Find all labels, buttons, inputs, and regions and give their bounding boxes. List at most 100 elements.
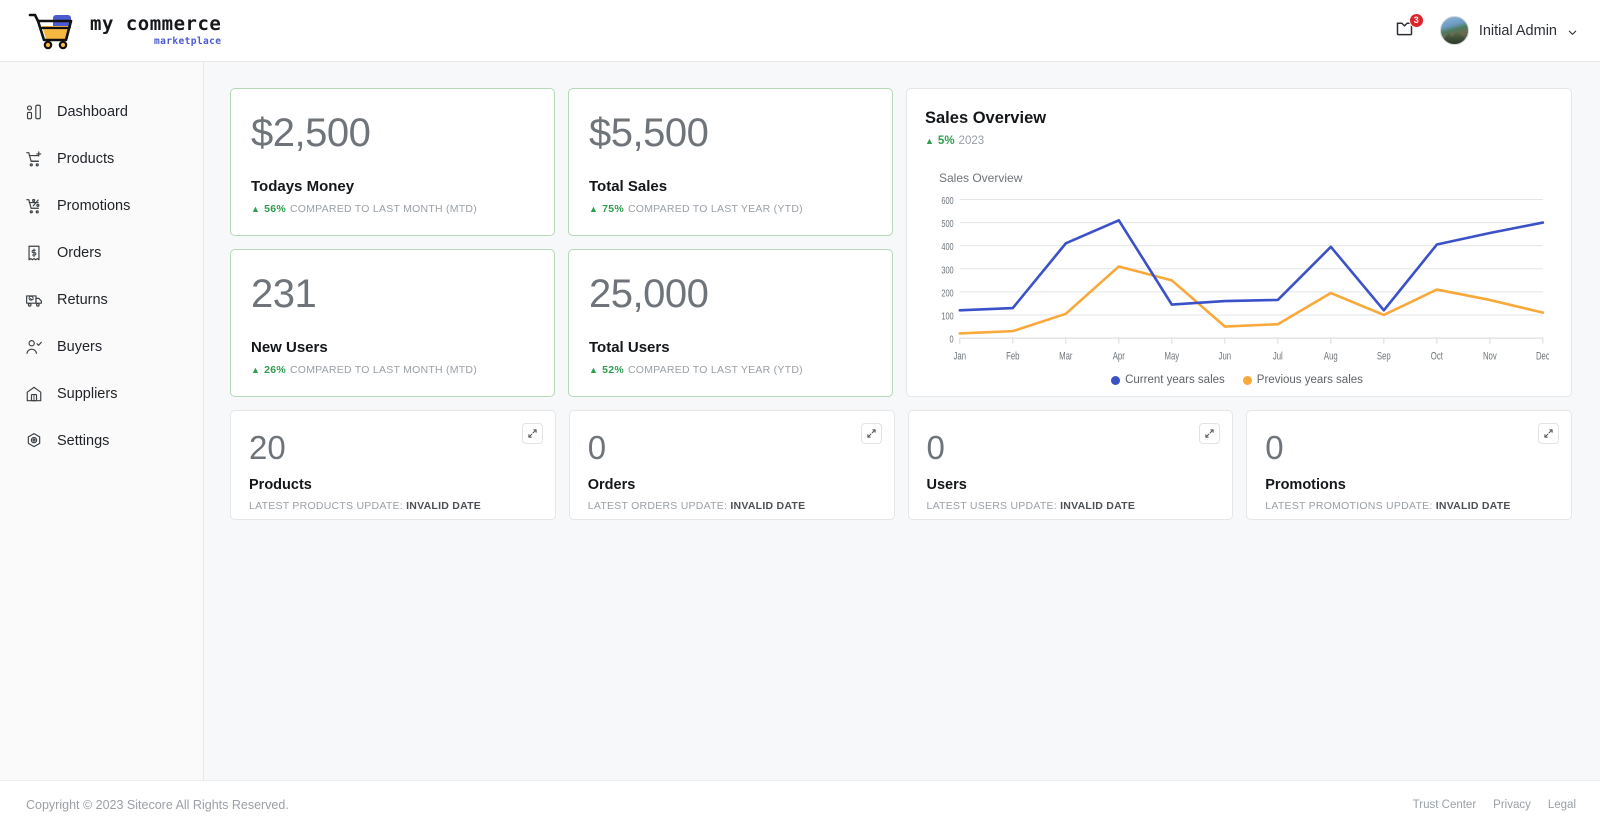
mini-card-meta: LATEST PRODUCTS UPDATE: INVALID DATE — [249, 500, 535, 512]
mini-card-products[interactable]: 20 Products LATEST PRODUCTS UPDATE: INVA… — [230, 410, 556, 520]
sidebar-item-label: Dashboard — [57, 103, 128, 120]
legend-dot-previous — [1242, 375, 1252, 385]
sidebar-item-dashboard[interactable]: Dashboard — [0, 88, 203, 135]
mini-card-title: Promotions — [1265, 477, 1346, 493]
user-menu[interactable]: Initial Admin — [1439, 16, 1578, 45]
mini-card-orders[interactable]: 0 Orders LATEST ORDERS UPDATE: INVALID D… — [568, 410, 895, 520]
stat-percent: 75% — [602, 203, 624, 215]
stat-row-2: 231 New Users ▲ 26% COMPARED TO LAST MON… — [230, 249, 893, 397]
sidebar-item-label: Products — [57, 150, 115, 167]
footer-link-privacy[interactable]: Privacy — [1493, 799, 1531, 811]
svg-text:Dec: Dec — [1536, 350, 1549, 361]
mini-card-promotions[interactable]: 0 Promotions LATEST PROMOTIONS UPDATE: I… — [1246, 410, 1572, 520]
expand-icon[interactable] — [860, 423, 882, 444]
stat-percent: 52% — [602, 364, 624, 376]
footer-link-legal[interactable]: Legal — [1548, 799, 1576, 811]
stat-title: New Users — [251, 339, 328, 356]
sales-line-chart[interactable]: 0 100 200 300 400 500 600 Jan Feb Mar Apr May Jun Jul… — [925, 191, 1549, 372]
chart-subtitle: ▲ 5% 2023 — [925, 135, 1549, 147]
chart-caption: Sales Overview — [939, 171, 1023, 185]
stat-card-new-users[interactable]: 231 New Users ▲ 26% COMPARED TO LAST MON… — [230, 249, 555, 397]
mini-card-users[interactable]: 0 Users LATEST USERS UPDATE: INVALID DAT… — [907, 410, 1234, 520]
stat-meta-text: COMPARED TO LAST YEAR (YTD) — [627, 203, 803, 215]
svg-text:600: 600 — [941, 195, 953, 206]
legend-item-current[interactable]: Current years sales — [1111, 374, 1225, 386]
stat-meta-text: COMPARED TO LAST YEAR (YTD) — [627, 364, 803, 376]
chart-title: Sales Overview — [925, 109, 1047, 127]
user-check-icon — [24, 337, 43, 356]
footer-links: Trust Center Privacy Legal — [1413, 799, 1576, 811]
stat-title: Todays Money — [251, 178, 355, 195]
mini-card-meta-prefix: LATEST ORDERS UPDATE: — [587, 500, 731, 512]
brand-title: my commerce — [90, 12, 222, 35]
brand-logo[interactable]: my commerce marketplace — [26, 11, 221, 51]
mini-card-meta: LATEST ORDERS UPDATE: INVALID DATE — [588, 500, 874, 512]
mini-card-value: 20 — [249, 429, 286, 466]
avatar — [1439, 16, 1469, 45]
sidebar-item-label: Settings — [57, 432, 110, 449]
svg-text:Mar: Mar — [1059, 350, 1072, 361]
expand-icon[interactable] — [1199, 423, 1221, 444]
chart-percent: 5% — [937, 135, 955, 147]
mini-card-meta-value: INVALID DATE — [406, 500, 482, 512]
sidebar-item-label: Returns — [57, 291, 108, 308]
sidebar-item-promotions[interactable]: Promotions — [0, 182, 203, 229]
mini-card-meta: LATEST USERS UPDATE: INVALID DATE — [927, 500, 1213, 512]
chart-year: 2023 — [958, 135, 985, 147]
chart-legend: Current years sales Previous years sales — [925, 374, 1549, 386]
top-section: $2,500 Todays Money ▲ 56% COMPARED TO LA… — [230, 88, 1572, 397]
page-body: Dashboard Products Promotions Orders Ret… — [0, 62, 1600, 780]
cart-percent-icon — [24, 196, 43, 215]
stat-card-total-sales[interactable]: $5,500 Total Sales ▲ 75% COMPARED TO LAS… — [568, 88, 893, 236]
mini-card-meta-value: INVALID DATE — [1060, 500, 1136, 512]
trend-up-icon: ▲ — [589, 203, 599, 214]
sidebar-item-products[interactable]: Products — [0, 135, 203, 182]
svg-text:Feb: Feb — [1006, 350, 1019, 361]
legend-label: Previous years sales — [1256, 374, 1363, 386]
stat-card-todays-money[interactable]: $2,500 Todays Money ▲ 56% COMPARED TO LA… — [230, 88, 555, 236]
notifications-button[interactable]: 3 — [1392, 12, 1424, 44]
sidebar-item-returns[interactable]: Returns — [0, 276, 203, 323]
stat-title: Total Users — [589, 339, 670, 356]
trend-up-icon: ▲ — [925, 135, 934, 146]
sidebar-item-settings[interactable]: Settings — [0, 417, 203, 464]
app-header: my commerce marketplace 3 Initial Admin — [0, 0, 1600, 62]
sidebar-item-label: Buyers — [57, 338, 103, 355]
stat-card-total-users[interactable]: 25,000 Total Users ▲ 52% COMPARED TO LAS… — [568, 249, 893, 397]
sidebar-item-label: Suppliers — [57, 385, 118, 402]
stat-meta-text: COMPARED TO LAST MONTH (MTD) — [289, 364, 478, 376]
stat-title: Total Sales — [589, 178, 668, 195]
footer-link-trust-center[interactable]: Trust Center — [1413, 799, 1476, 811]
cart-plus-icon — [24, 149, 43, 168]
gear-icon — [24, 431, 43, 450]
svg-text:Jan: Jan — [954, 350, 967, 361]
chevron-down-icon — [1567, 25, 1578, 36]
sales-overview-card: Sales Overview ▲ 5% 2023 Sales Overview … — [906, 88, 1572, 397]
svg-text:Jul: Jul — [1273, 350, 1283, 361]
notification-badge: 3 — [1408, 12, 1424, 28]
stat-percent: 56% — [264, 203, 286, 215]
sidebar-nav: Dashboard Products Promotions Orders Ret… — [0, 62, 204, 780]
svg-text:0: 0 — [950, 333, 954, 344]
mini-card-meta-prefix: LATEST PRODUCTS UPDATE: — [249, 500, 407, 512]
sidebar-item-orders[interactable]: Orders — [0, 229, 203, 276]
svg-text:500: 500 — [941, 218, 953, 229]
sidebar-item-suppliers[interactable]: Suppliers — [0, 370, 203, 417]
expand-icon[interactable] — [1538, 423, 1559, 444]
stat-row-1: $2,500 Todays Money ▲ 56% COMPARED TO LA… — [230, 88, 893, 236]
stat-percent: 26% — [264, 364, 286, 376]
sidebar-item-label: Orders — [57, 244, 102, 261]
legend-item-previous[interactable]: Previous years sales — [1242, 374, 1363, 386]
shopping-cart-logo — [26, 11, 78, 51]
sidebar-item-buyers[interactable]: Buyers — [0, 323, 203, 370]
stat-comparison: ▲ 56% COMPARED TO LAST MONTH (MTD) — [251, 203, 532, 215]
brand-subtitle: marketplace — [154, 35, 222, 47]
svg-text:200: 200 — [941, 287, 953, 298]
trend-up-icon: ▲ — [251, 203, 261, 214]
expand-icon[interactable] — [521, 423, 543, 444]
stat-value: $2,500 — [251, 111, 371, 155]
stat-meta-text: COMPARED TO LAST MONTH (MTD) — [289, 203, 478, 215]
legend-label: Current years sales — [1125, 374, 1225, 386]
mini-card-meta-prefix: LATEST PROMOTIONS UPDATE: — [1265, 500, 1436, 512]
user-name: Initial Admin — [1478, 22, 1557, 39]
